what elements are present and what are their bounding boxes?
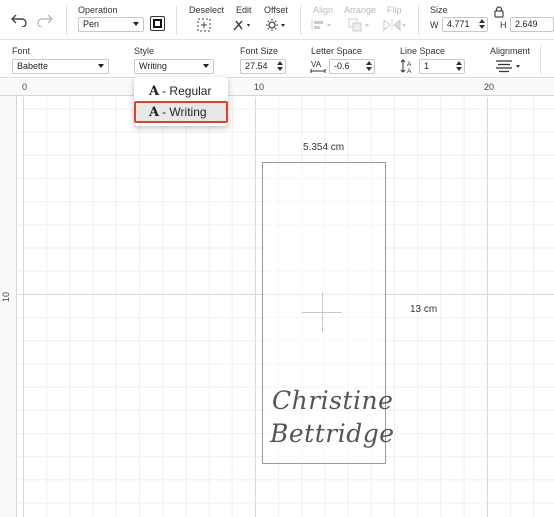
letter-space-label: Letter Space — [311, 46, 363, 56]
horizontal-ruler: 0 10 20 — [0, 79, 554, 96]
letter-space-input[interactable]: -0.6 — [329, 59, 375, 74]
offset-label: Offset — [264, 5, 288, 15]
text-align-icon — [496, 60, 520, 73]
undo-icon — [11, 14, 27, 27]
vertical-ruler: 10 — [0, 96, 17, 517]
font-style-icon: A — [149, 83, 160, 99]
ruler-mark: 10 — [1, 291, 12, 303]
letter-space-icon: VA — [310, 58, 326, 74]
alignment-button[interactable] — [494, 58, 524, 74]
chevron-down-icon — [203, 64, 209, 68]
width-value: 4.771 — [447, 19, 470, 29]
operation-label: Operation — [78, 5, 118, 15]
line-space-input[interactable]: 1 — [419, 59, 465, 74]
style-option-label: - Writing — [162, 105, 207, 119]
chevron-down-icon — [133, 22, 139, 26]
text-line-1: Christine — [272, 386, 394, 415]
deselect-label: Deselect — [189, 5, 225, 15]
arrange-button[interactable] — [346, 17, 372, 33]
toolbar-divider — [176, 5, 177, 35]
stepper-icon[interactable] — [456, 61, 462, 72]
top-toolbar: Operation Pen Deselect Edit Offset Align… — [0, 0, 554, 40]
stepper-icon[interactable] — [277, 61, 283, 72]
pen-color-swatch[interactable] — [150, 16, 165, 31]
toolbar-divider — [66, 5, 67, 35]
arrange-icon — [348, 18, 369, 32]
style-option-writing[interactable]: A - Writing — [134, 101, 228, 123]
font-value: Babette — [17, 61, 49, 71]
operation-value: Pen — [83, 19, 100, 29]
style-label: Style — [134, 46, 155, 56]
center-crosshair — [322, 292, 323, 332]
width-input[interactable]: 4.771 — [442, 17, 488, 32]
svg-text:VA: VA — [311, 60, 322, 69]
font-label: Font — [12, 46, 31, 56]
letter-space-value: -0.6 — [334, 61, 350, 71]
redo-icon — [37, 14, 53, 27]
width-prefix: W — [430, 20, 439, 30]
arrange-label: Arrange — [344, 5, 377, 15]
line-space-value: 1 — [424, 61, 430, 71]
font-style-icon: A — [149, 104, 160, 120]
operation-select[interactable]: Pen — [78, 17, 144, 32]
style-value: Writing — [139, 61, 167, 71]
style-option-label: - Regular — [162, 84, 212, 98]
line-space-label: Line Space — [400, 46, 446, 56]
alignment-label: Alignment — [490, 46, 531, 56]
flip-button[interactable] — [382, 17, 408, 33]
edit-label: Edit — [236, 5, 252, 15]
align-icon — [311, 20, 331, 30]
deselect-button[interactable] — [196, 17, 212, 33]
flip-label: Flip — [387, 5, 402, 15]
text-toolbar: Font Babette Style Writing Font Size 27.… — [0, 40, 554, 78]
offset-icon — [266, 19, 285, 31]
edit-tools-icon — [233, 20, 250, 31]
svg-text:A: A — [407, 68, 412, 74]
design-canvas[interactable]: 5.354 cm 13 cm Christine Bettridge — [18, 97, 554, 517]
svg-text:A: A — [407, 61, 412, 68]
toolbar-divider — [418, 5, 419, 35]
font-size-label: Font Size — [240, 46, 279, 56]
font-select[interactable]: Babette — [12, 59, 109, 74]
style-option-regular[interactable]: A - Regular — [134, 80, 228, 102]
offset-button[interactable] — [264, 17, 288, 33]
edit-button[interactable] — [232, 17, 254, 33]
style-dropdown-menu: A - Regular A - Writing — [134, 77, 228, 126]
size-label: Size — [430, 5, 448, 15]
height-dimension-label: 13 cm — [410, 304, 438, 315]
height-input[interactable]: 2.649 — [510, 17, 554, 32]
line-space-icon: AA — [400, 58, 416, 74]
text-line-2: Bettridge — [270, 419, 395, 448]
toolbar-divider — [540, 45, 541, 75]
style-select[interactable]: Writing — [134, 59, 214, 74]
ruler-mark: 0 — [22, 82, 28, 92]
ruler-mark: 10 — [254, 82, 265, 92]
width-dimension-label: 5.354 cm — [303, 142, 345, 153]
font-size-input[interactable]: 27.54 — [240, 59, 286, 74]
toolbar-divider — [300, 5, 301, 35]
align-label: Align — [313, 5, 334, 15]
stepper-icon[interactable] — [479, 19, 485, 30]
height-prefix: H — [500, 20, 507, 30]
chevron-down-icon — [98, 64, 104, 68]
redo-button[interactable] — [34, 10, 56, 30]
ruler-mark: 20 — [484, 82, 495, 92]
flip-icon — [383, 18, 406, 32]
height-value: 2.649 — [515, 19, 538, 29]
deselect-icon — [197, 18, 211, 32]
undo-button[interactable] — [8, 10, 30, 30]
stepper-icon[interactable] — [366, 61, 372, 72]
font-size-value: 27.54 — [245, 61, 268, 71]
align-button[interactable] — [310, 17, 334, 33]
lock-aspect-button[interactable] — [493, 5, 505, 19]
lock-icon — [494, 6, 504, 18]
